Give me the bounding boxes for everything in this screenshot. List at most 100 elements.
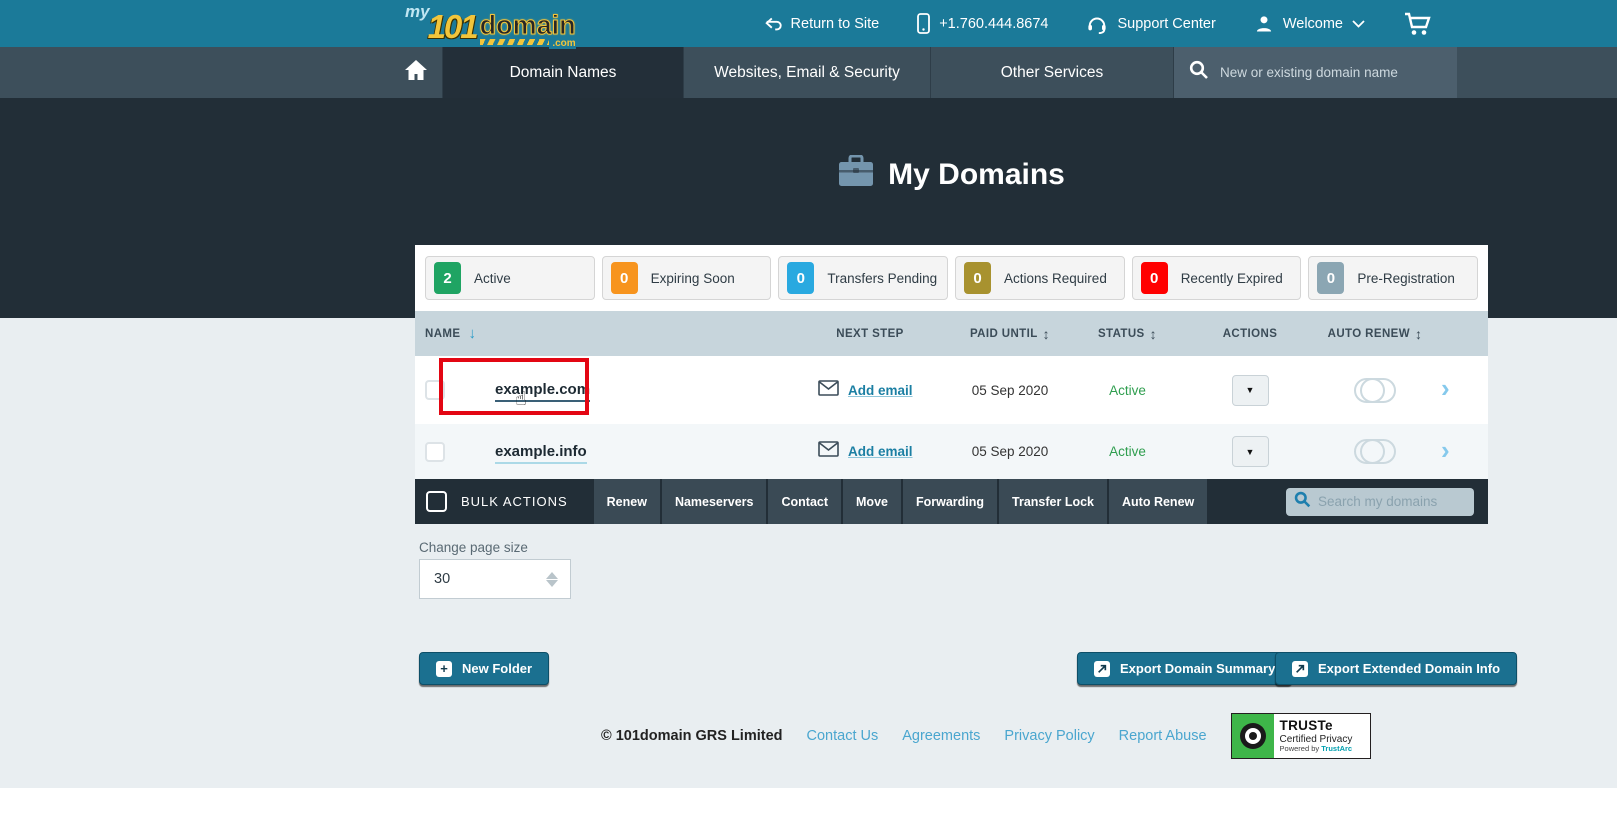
site-logo[interactable]: my 101 domain .com: [405, 1, 576, 45]
copyright-text: © 101domain GRS Limited: [601, 728, 783, 744]
my-domains-search-box: [1286, 488, 1474, 516]
home-icon: [404, 59, 428, 86]
row-expand-chevron[interactable]: ›: [1441, 435, 1450, 465]
export-icon: [1292, 661, 1308, 677]
new-folder-button[interactable]: + New Folder: [419, 652, 549, 685]
status-value: Active: [1109, 444, 1146, 459]
card-pre-registration[interactable]: 0 Pre-Registration: [1308, 256, 1478, 300]
bulk-transfer-lock-button[interactable]: Transfer Lock: [999, 479, 1107, 524]
truste-logo-icon: [1232, 714, 1274, 758]
row-actions-dropdown[interactable]: ▼: [1232, 375, 1269, 406]
count-badge: 0: [611, 262, 638, 294]
bulk-auto-renew-button[interactable]: Auto Renew: [1109, 479, 1207, 524]
footer-link-report-abuse[interactable]: Report Abuse: [1119, 728, 1207, 744]
nav-home-button[interactable]: [390, 47, 443, 98]
footer: © 101domain GRS Limited Contact Us Agree…: [601, 713, 1371, 759]
add-email-link[interactable]: Add email: [848, 444, 913, 459]
sort-auto-renew-icon[interactable]: ↕: [1415, 326, 1422, 342]
search-icon: [1189, 60, 1209, 85]
col-auto-renew: AUTO RENEW: [1328, 328, 1410, 340]
paid-until-value: 05 Sep 2020: [972, 444, 1049, 459]
export-domain-summary-button[interactable]: Export Domain Summary: [1077, 652, 1292, 685]
table-row: example.com Add email 05 Sep 2020 Active…: [415, 356, 1488, 424]
my-domains-search-input[interactable]: [1318, 494, 1466, 509]
col-next-step: NEXT STEP: [836, 328, 904, 340]
card-active[interactable]: 2 Active: [425, 256, 595, 300]
domain-search-box: [1174, 47, 1457, 98]
logo-my: my: [405, 2, 430, 22]
paid-until-value: 05 Sep 2020: [972, 383, 1049, 398]
page-size-label: Change page size: [419, 540, 528, 555]
row-checkbox[interactable]: [425, 380, 445, 400]
phone-link[interactable]: +1.760.444.8674: [917, 13, 1048, 34]
sort-name-icon[interactable]: ↓: [468, 325, 476, 342]
count-badge: 0: [787, 262, 814, 294]
sort-status-icon[interactable]: ↕: [1150, 326, 1157, 342]
bulk-contact-button[interactable]: Contact: [768, 479, 841, 524]
cart-icon: [1403, 12, 1431, 36]
card-expiring-soon[interactable]: 0 Expiring Soon: [602, 256, 772, 300]
page-size-select[interactable]: 30: [419, 559, 571, 599]
row-expand-chevron[interactable]: ›: [1441, 373, 1450, 403]
card-actions-required[interactable]: 0 Actions Required: [955, 256, 1125, 300]
domain-link[interactable]: example.com: [495, 381, 590, 402]
spinner-icon: [546, 572, 558, 587]
table-header: NAME ↓ NEXT STEP PAID UNTIL ↕ STATUS ↕ A…: [415, 311, 1488, 356]
footer-link-privacy-policy[interactable]: Privacy Policy: [1004, 728, 1094, 744]
nav-tab-other-services[interactable]: Other Services: [931, 47, 1174, 98]
add-email-link[interactable]: Add email: [848, 383, 913, 398]
truste-seal[interactable]: TRUSTe Certified Privacy Powered by Trus…: [1231, 713, 1371, 759]
briefcase-icon: [838, 155, 874, 195]
logo-domain: domain: [480, 12, 576, 38]
bulk-move-button[interactable]: Move: [843, 479, 901, 524]
return-to-site-link[interactable]: Return to Site: [765, 16, 880, 32]
count-badge: 0: [1317, 262, 1344, 294]
row-actions-dropdown[interactable]: ▼: [1232, 436, 1269, 467]
page-title: My Domains: [415, 155, 1488, 195]
auto-renew-toggle[interactable]: [1354, 439, 1396, 464]
domain-search-input[interactable]: [1220, 65, 1442, 80]
footer-link-contact-us[interactable]: Contact Us: [807, 728, 879, 744]
envelope-icon: [818, 380, 839, 401]
status-summary-row: 2 Active 0 Expiring Soon 0 Transfers Pen…: [415, 245, 1488, 311]
logo-tld: .com: [549, 38, 575, 49]
caret-down-icon: ▼: [1246, 447, 1255, 457]
page-size-value: 30: [434, 571, 450, 587]
domains-panel: 2 Active 0 Expiring Soon 0 Transfers Pen…: [415, 245, 1488, 524]
account-menu[interactable]: Welcome: [1254, 14, 1365, 34]
bulk-renew-button[interactable]: Renew: [594, 479, 660, 524]
bulk-nameservers-button[interactable]: Nameservers: [662, 479, 767, 524]
support-center-link[interactable]: Support Center: [1086, 14, 1215, 34]
domain-link[interactable]: example.info: [495, 443, 587, 464]
chevron-down-icon: [1352, 20, 1365, 28]
count-badge: 0: [964, 262, 991, 294]
sort-paid-until-icon[interactable]: ↕: [1043, 326, 1050, 342]
col-name: NAME: [425, 328, 460, 340]
top-bar: my 101 domain .com Return to Site +1.760…: [0, 0, 1617, 47]
col-paid-until: PAID UNTIL: [970, 328, 1038, 340]
count-badge: 0: [1141, 262, 1168, 294]
status-value: Active: [1109, 383, 1146, 398]
card-transfers-pending[interactable]: 0 Transfers Pending: [778, 256, 948, 300]
col-status: STATUS: [1098, 328, 1145, 340]
phone-icon: [917, 13, 930, 34]
caret-down-icon: ▼: [1246, 385, 1255, 395]
footer-link-agreements[interactable]: Agreements: [902, 728, 980, 744]
user-icon: [1254, 14, 1274, 34]
plus-icon: +: [436, 661, 452, 677]
row-checkbox[interactable]: [425, 442, 445, 462]
count-badge: 2: [434, 262, 461, 294]
bulk-forwarding-button[interactable]: Forwarding: [903, 479, 997, 524]
nav-tab-domain-names[interactable]: Domain Names: [443, 47, 684, 98]
cart-button[interactable]: [1403, 12, 1431, 36]
nav-tab-websites-email-security[interactable]: Websites, Email & Security: [684, 47, 931, 98]
col-actions: ACTIONS: [1223, 328, 1278, 340]
card-recently-expired[interactable]: 0 Recently Expired: [1132, 256, 1302, 300]
bulk-actions-label: BULK ACTIONS: [461, 494, 568, 509]
auto-renew-toggle[interactable]: [1354, 378, 1396, 403]
main-nav: Domain Names Websites, Email & Security …: [0, 47, 1617, 98]
export-extended-domain-info-button[interactable]: Export Extended Domain Info: [1275, 652, 1517, 685]
export-icon: [1094, 661, 1110, 677]
headset-icon: [1086, 14, 1108, 34]
bulk-select-all-checkbox[interactable]: [426, 491, 447, 512]
